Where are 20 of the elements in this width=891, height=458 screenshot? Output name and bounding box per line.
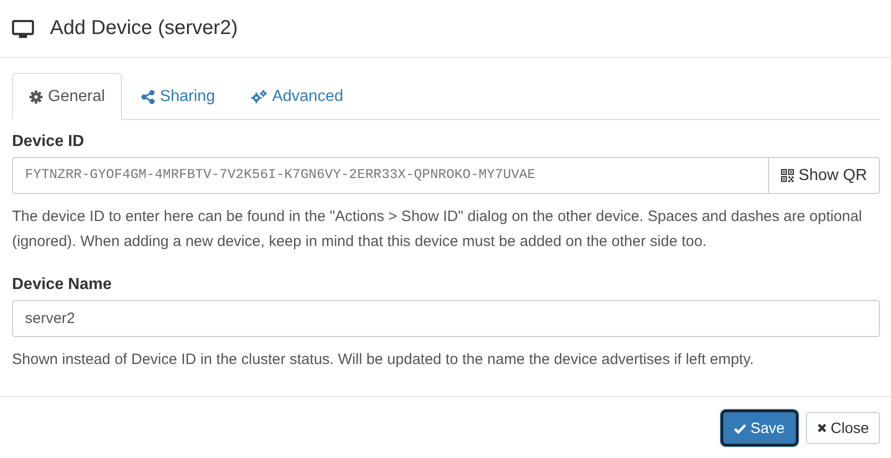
gears-icon [251,90,268,104]
help-text: Shown instead of Device ID in the cluster status. Will be updated to the name the device advertises if left empty. [12,350,755,370]
device-name-field[interactable]: server2 [12,300,880,337]
monitor-icon [12,20,34,38]
tab[interactable]: Advanced [234,73,360,120]
field-label: Device Name [12,276,113,294]
qr-code-icon [780,169,794,182]
share-icon [140,90,155,104]
checkmark-icon [734,422,746,434]
help-text: The device ID to enter here can be found in the "Actions > Show ID" dialog on the other device. Spaces and dashes are optional (ignored). When adding a new device, keep in mind that this device must be added on the other side too. [12,207,863,252]
tab[interactable]: General [12,73,122,120]
show-qr-button[interactable]: Show QR [768,157,880,194]
close-button[interactable]: Close [806,412,880,444]
dialog-title: Add Device (server2) [50,17,238,40]
close-icon [816,423,827,433]
device-id-field[interactable]: FYTNZRR-GYOF4GM-4MRFBTV-7V2K56I-K7GN6VY-2ERR33X-QPNROKO-MY7UVAE [12,157,769,194]
save-button[interactable]: Save [723,412,796,444]
gear-icon [29,90,43,104]
field-label: Device ID [12,133,86,151]
tab[interactable]: Sharing [124,73,232,120]
